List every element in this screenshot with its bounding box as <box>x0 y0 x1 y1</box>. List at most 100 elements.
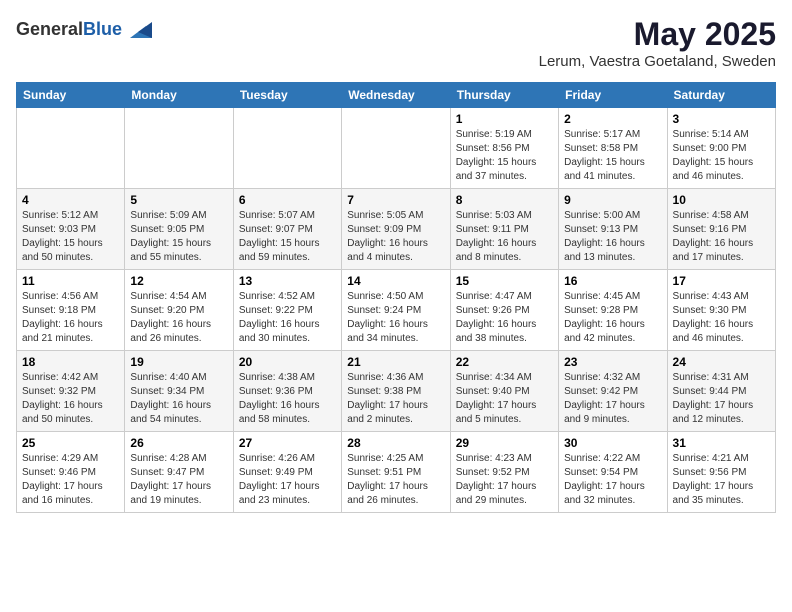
day-number: 9 <box>564 193 661 207</box>
calendar-day-17: 17 Sunrise: 4:43 AM Sunset: 9:30 PM Dayli… <box>667 270 775 351</box>
day-number: 27 <box>239 436 336 450</box>
day-number: 24 <box>673 355 770 369</box>
day-number: 26 <box>130 436 227 450</box>
day-number: 31 <box>673 436 770 450</box>
day-number: 5 <box>130 193 227 207</box>
day-info: Sunrise: 4:58 AM Sunset: 9:16 PM Dayligh… <box>673 209 770 265</box>
day-info: Sunrise: 4:31 AM Sunset: 9:44 PM Dayligh… <box>673 371 770 427</box>
title-area: May 2025 Lerum, Vaestra Goetaland, Swede… <box>539 16 776 70</box>
day-number: 23 <box>564 355 661 369</box>
day-info: Sunrise: 5:05 AM Sunset: 9:09 PM Dayligh… <box>347 209 444 265</box>
weekday-header-monday: Monday <box>125 83 233 108</box>
calendar-day-21: 21 Sunrise: 4:36 AM Sunset: 9:38 PM Dayli… <box>342 351 450 432</box>
day-info: Sunrise: 4:40 AM Sunset: 9:34 PM Dayligh… <box>130 371 227 427</box>
calendar-day-5: 5 Sunrise: 5:09 AM Sunset: 9:05 PM Daylig… <box>125 189 233 270</box>
calendar-day-4: 4 Sunrise: 5:12 AM Sunset: 9:03 PM Daylig… <box>17 189 125 270</box>
day-number: 21 <box>347 355 444 369</box>
calendar-day-26: 26 Sunrise: 4:28 AM Sunset: 9:47 PM Dayli… <box>125 432 233 513</box>
main-title: May 2025 <box>539 16 776 53</box>
calendar-day-30: 30Sunrise: 4:22 AM Sunset: 9:54 PM Dayli… <box>559 432 667 513</box>
day-info: Sunrise: 5:19 AM Sunset: 8:56 PM Dayligh… <box>456 128 553 184</box>
calendar-day-1: 1 Sunrise: 5:19 AM Sunset: 8:56 PM Daylig… <box>450 108 558 189</box>
weekday-header-wednesday: Wednesday <box>342 83 450 108</box>
calendar-week-row: 1 Sunrise: 5:19 AM Sunset: 8:56 PM Daylig… <box>17 108 776 189</box>
day-number: 6 <box>239 193 336 207</box>
calendar-day-12: 12 Sunrise: 4:54 AM Sunset: 9:20 PM Dayli… <box>125 270 233 351</box>
day-number: 13 <box>239 274 336 288</box>
day-number: 10 <box>673 193 770 207</box>
calendar-table: SundayMondayTuesdayWednesdayThursdayFrid… <box>16 82 776 513</box>
day-number: 4 <box>22 193 119 207</box>
day-info: Sunrise: 5:14 AM Sunset: 9:00 PM Dayligh… <box>673 128 770 184</box>
calendar-day-6: 6Sunrise: 5:07 AM Sunset: 9:07 PM Daylig… <box>233 189 341 270</box>
day-number: 14 <box>347 274 444 288</box>
weekday-header-thursday: Thursday <box>450 83 558 108</box>
subtitle: Lerum, Vaestra Goetaland, Sweden <box>539 53 776 70</box>
calendar-empty-cell <box>125 108 233 189</box>
day-info: Sunrise: 4:29 AM Sunset: 9:46 PM Dayligh… <box>22 452 119 508</box>
day-number: 29 <box>456 436 553 450</box>
day-number: 18 <box>22 355 119 369</box>
calendar-week-row: 18 Sunrise: 4:42 AM Sunset: 9:32 PM Dayli… <box>17 351 776 432</box>
calendar-day-25: 25 Sunrise: 4:29 AM Sunset: 9:46 PM Dayli… <box>17 432 125 513</box>
day-number: 17 <box>673 274 770 288</box>
calendar-day-15: 15 Sunrise: 4:47 AM Sunset: 9:26 PM Dayli… <box>450 270 558 351</box>
calendar-day-18: 18 Sunrise: 4:42 AM Sunset: 9:32 PM Dayli… <box>17 351 125 432</box>
day-info: Sunrise: 4:45 AM Sunset: 9:28 PM Dayligh… <box>564 290 661 346</box>
day-number: 1 <box>456 112 553 126</box>
day-number: 22 <box>456 355 553 369</box>
day-info: Sunrise: 4:43 AM Sunset: 9:30 PM Dayligh… <box>673 290 770 346</box>
weekday-header-row: SundayMondayTuesdayWednesdayThursdayFrid… <box>17 83 776 108</box>
calendar-day-2: 2Sunrise: 5:17 AM Sunset: 8:58 PM Daylig… <box>559 108 667 189</box>
calendar-day-20: 20 Sunrise: 4:38 AM Sunset: 9:36 PM Dayli… <box>233 351 341 432</box>
day-info: Sunrise: 4:23 AM Sunset: 9:52 PM Dayligh… <box>456 452 553 508</box>
day-number: 15 <box>456 274 553 288</box>
calendar-day-27: 27Sunrise: 4:26 AM Sunset: 9:49 PM Dayli… <box>233 432 341 513</box>
day-info: Sunrise: 4:56 AM Sunset: 9:18 PM Dayligh… <box>22 290 119 346</box>
calendar-day-22: 22 Sunrise: 4:34 AM Sunset: 9:40 PM Dayli… <box>450 351 558 432</box>
day-number: 20 <box>239 355 336 369</box>
logo-icon <box>124 16 152 44</box>
day-info: Sunrise: 5:17 AM Sunset: 8:58 PM Dayligh… <box>564 128 661 184</box>
day-info: Sunrise: 4:36 AM Sunset: 9:38 PM Dayligh… <box>347 371 444 427</box>
calendar-week-row: 25 Sunrise: 4:29 AM Sunset: 9:46 PM Dayli… <box>17 432 776 513</box>
day-info: Sunrise: 4:21 AM Sunset: 9:56 PM Dayligh… <box>673 452 770 508</box>
calendar-empty-cell <box>17 108 125 189</box>
day-number: 30 <box>564 436 661 450</box>
day-info: Sunrise: 4:52 AM Sunset: 9:22 PM Dayligh… <box>239 290 336 346</box>
calendar-day-29: 29 Sunrise: 4:23 AM Sunset: 9:52 PM Dayli… <box>450 432 558 513</box>
calendar-day-23: 23 Sunrise: 4:32 AM Sunset: 9:42 PM Dayli… <box>559 351 667 432</box>
day-number: 28 <box>347 436 444 450</box>
day-info: Sunrise: 5:03 AM Sunset: 9:11 PM Dayligh… <box>456 209 553 265</box>
day-info: Sunrise: 4:54 AM Sunset: 9:20 PM Dayligh… <box>130 290 227 346</box>
calendar-day-14: 14Sunrise: 4:50 AM Sunset: 9:24 PM Dayli… <box>342 270 450 351</box>
page-header: GeneralBlue May 2025 Lerum, Vaestra Goet… <box>16 16 776 70</box>
calendar-week-row: 4 Sunrise: 5:12 AM Sunset: 9:03 PM Daylig… <box>17 189 776 270</box>
day-info: Sunrise: 5:09 AM Sunset: 9:05 PM Dayligh… <box>130 209 227 265</box>
calendar-day-16: 16 Sunrise: 4:45 AM Sunset: 9:28 PM Dayli… <box>559 270 667 351</box>
day-number: 8 <box>456 193 553 207</box>
day-info: Sunrise: 4:38 AM Sunset: 9:36 PM Dayligh… <box>239 371 336 427</box>
calendar-day-28: 28 Sunrise: 4:25 AM Sunset: 9:51 PM Dayli… <box>342 432 450 513</box>
calendar-day-11: 11 Sunrise: 4:56 AM Sunset: 9:18 PM Dayli… <box>17 270 125 351</box>
day-info: Sunrise: 5:12 AM Sunset: 9:03 PM Dayligh… <box>22 209 119 265</box>
day-info: Sunrise: 4:32 AM Sunset: 9:42 PM Dayligh… <box>564 371 661 427</box>
calendar-day-19: 19Sunrise: 4:40 AM Sunset: 9:34 PM Dayli… <box>125 351 233 432</box>
day-number: 16 <box>564 274 661 288</box>
logo: GeneralBlue <box>16 16 152 44</box>
day-info: Sunrise: 4:47 AM Sunset: 9:26 PM Dayligh… <box>456 290 553 346</box>
calendar-day-31: 31 Sunrise: 4:21 AM Sunset: 9:56 PM Dayli… <box>667 432 775 513</box>
day-number: 7 <box>347 193 444 207</box>
day-info: Sunrise: 4:28 AM Sunset: 9:47 PM Dayligh… <box>130 452 227 508</box>
day-number: 25 <box>22 436 119 450</box>
weekday-header-sunday: Sunday <box>17 83 125 108</box>
day-info: Sunrise: 4:42 AM Sunset: 9:32 PM Dayligh… <box>22 371 119 427</box>
day-number: 12 <box>130 274 227 288</box>
day-number: 11 <box>22 274 119 288</box>
day-info: Sunrise: 4:25 AM Sunset: 9:51 PM Dayligh… <box>347 452 444 508</box>
calendar-day-10: 10 Sunrise: 4:58 AM Sunset: 9:16 PM Dayli… <box>667 189 775 270</box>
logo-general: General <box>16 19 83 39</box>
calendar-empty-cell <box>233 108 341 189</box>
day-info: Sunrise: 4:34 AM Sunset: 9:40 PM Dayligh… <box>456 371 553 427</box>
weekday-header-friday: Friday <box>559 83 667 108</box>
